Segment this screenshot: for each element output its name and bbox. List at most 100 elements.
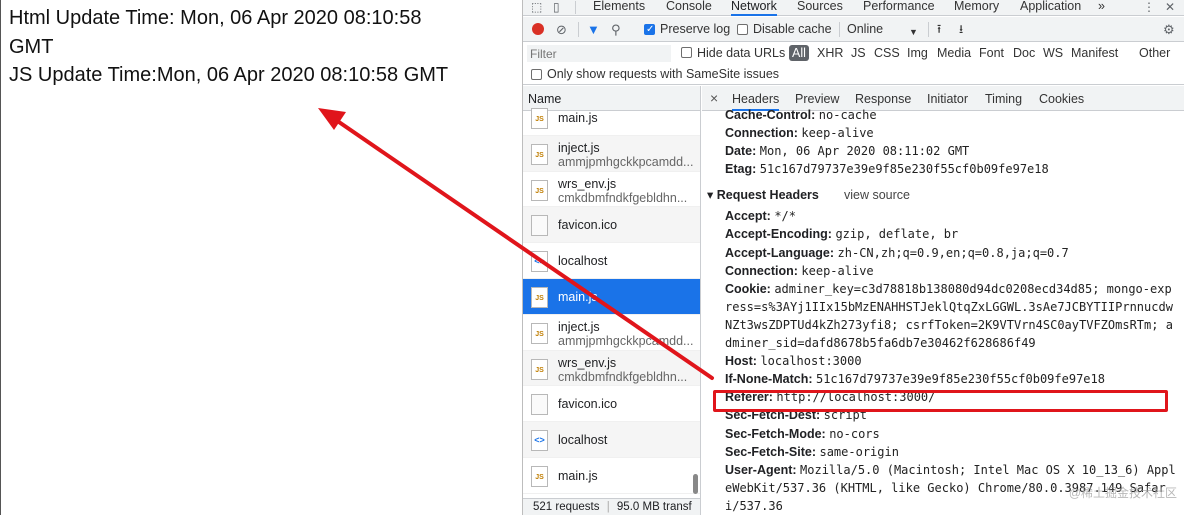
header-etag: Etag: 51c167d79737e39e9f85e230f55cf0b09f… <box>725 161 1049 177</box>
header-key: Accept-Language: <box>725 246 835 260</box>
gear-icon[interactable]: ⚙ <box>1163 22 1175 37</box>
tab-cookies[interactable]: Cookies <box>1039 92 1084 106</box>
tab-timing[interactable]: Timing <box>985 92 1022 106</box>
throttling-select[interactable]: Online <box>847 22 883 37</box>
tab-sources[interactable]: Sources <box>797 0 843 16</box>
hide-data-urls-checkbox[interactable] <box>681 47 692 58</box>
request-headers-section[interactable]: ▾ Request Headers <box>707 187 819 203</box>
disable-cache-checkbox[interactable] <box>737 24 748 35</box>
header-value: localhost:3000 <box>760 354 862 368</box>
request-initiator: ammjpmhgckkpcamdd... <box>558 154 694 169</box>
filter-type-all[interactable]: All <box>789 45 809 61</box>
preserve-log-checkbox[interactable] <box>644 22 655 37</box>
request-name: main.js <box>558 111 598 125</box>
js-file-icon: JS <box>531 179 548 201</box>
filter-type-manifest[interactable]: Manifest <box>1071 45 1118 61</box>
request-row[interactable]: JS wrs_env.js cmkdbmfndkfgebldhn... <box>523 350 700 387</box>
header-accept: Accept: */* <box>725 208 796 224</box>
filter-type-doc[interactable]: Doc <box>1013 45 1035 61</box>
request-name: wrs_env.js <box>558 176 617 191</box>
header-cookie: Cookie: adminer_key=c3d78818b138080d94dc… <box>725 281 1172 297</box>
request-detail-pane: × Headers Preview Response Initiator Tim… <box>702 86 1184 515</box>
tab-memory[interactable]: Memory <box>954 0 999 16</box>
more-options-icon[interactable]: ⋮ <box>1143 0 1155 14</box>
request-list: Name JS main.js JS inject.js ammjpmhgckkpcam… <box>523 86 701 515</box>
chevron-down-icon[interactable]: ▼ <box>909 25 918 40</box>
search-icon[interactable]: ⚲ <box>611 22 621 37</box>
export-har-icon[interactable]: ⭳ <box>959 22 963 37</box>
header-value: same-origin <box>819 445 899 459</box>
header-key: Etag: <box>725 162 757 176</box>
header-accept-language: Accept-Language: zh-CN,zh;q=0.9,en;q=0.8… <box>725 245 1069 261</box>
header-cookie-cont: ress=s%3AYj1IIx15bMzENAHHSTJeklQtqZxLGGW… <box>725 300 1173 314</box>
tab-preview[interactable]: Preview <box>795 92 839 106</box>
request-row[interactable]: JS main.js <box>523 278 700 315</box>
request-row[interactable]: <> localhost <box>523 422 700 458</box>
filter-input[interactable] <box>527 45 671 62</box>
devtools-tabbar: ⬚ ▯ Elements Console Network Sources Per… <box>523 0 1184 16</box>
scrollbar[interactable] <box>693 474 698 494</box>
html-update-time-cont: GMT <box>9 35 54 58</box>
header-date: Date: Mon, 06 Apr 2020 08:11:02 GMT <box>725 143 969 159</box>
js-file-icon: JS <box>531 322 548 344</box>
filter-type-font[interactable]: Font <box>979 45 1004 61</box>
request-row[interactable]: favicon.ico <box>523 386 700 423</box>
tab-initiator[interactable]: Initiator <box>927 92 968 106</box>
filter-type-other[interactable]: Other <box>1139 45 1170 61</box>
more-tabs-button[interactable]: » <box>1098 0 1105 16</box>
inspect-icon[interactable]: ⬚ <box>531 0 542 14</box>
tab-network[interactable]: Network <box>731 0 777 16</box>
filter-type-css[interactable]: CSS <box>874 45 900 61</box>
request-row[interactable]: <> localhost <box>523 243 700 279</box>
network-toolbar: ⊘ ▼ ⚲ Preserve log Disable cache Online … <box>523 17 1184 42</box>
window-edge <box>0 0 1 515</box>
tab-performance[interactable]: Performance <box>863 0 935 16</box>
request-initiator: ammjpmhgckkpcamdd... <box>558 333 694 348</box>
html-file-icon: <> <box>531 251 548 273</box>
view-source-link[interactable]: view source <box>844 187 910 203</box>
import-har-icon[interactable]: ⭱ <box>937 22 941 37</box>
request-row[interactable]: favicon.ico <box>523 207 700 244</box>
filter-type-img[interactable]: Img <box>907 45 928 61</box>
header-value: no-cors <box>829 427 880 441</box>
filter-type-ws[interactable]: WS <box>1043 45 1063 61</box>
header-cookie-cont: dminer_sid=dafd8678b5fa6db7e30462f628686… <box>725 336 1036 350</box>
filter-icon[interactable]: ▼ <box>587 22 600 37</box>
filter-type-xhr[interactable]: XHR <box>817 45 843 61</box>
header-key: Accept: <box>725 209 771 223</box>
request-name: localhost <box>558 254 608 269</box>
tab-application[interactable]: Application <box>1020 0 1081 16</box>
tab-console[interactable]: Console <box>666 0 712 16</box>
request-name: localhost <box>558 433 608 448</box>
samesite-checkbox[interactable] <box>531 69 542 80</box>
request-row[interactable]: JS inject.js ammjpmhgckkpcamdd... <box>523 315 700 351</box>
header-accept-encoding: Accept-Encoding: gzip, deflate, br <box>725 226 958 242</box>
filter-type-js[interactable]: JS <box>851 45 866 61</box>
header-key: Date: <box>725 144 757 158</box>
js-file-icon: JS <box>531 465 548 487</box>
request-row[interactable]: JS inject.js ammjpmhgckkpcamdd... <box>523 135 700 172</box>
request-row[interactable]: JS main.js <box>523 458 700 494</box>
header-cookie-cont: NZt3wsZDPTUd4kZh273yfi8; csrfToken=2K9VT… <box>725 318 1173 332</box>
html-update-time: Html Update Time: Mon, 06 Apr 2020 08:10… <box>9 7 422 29</box>
header-key: Connection: <box>725 126 798 140</box>
header-if-none-match: If-None-Match: 51c167d79737e39e9f85e230f… <box>725 371 1105 387</box>
samesite-label: Only show requests with SameSite issues <box>547 67 780 81</box>
tab-elements[interactable]: Elements <box>593 0 645 16</box>
header-connection: Connection: keep-alive <box>725 125 874 141</box>
header-key: Host: <box>725 354 757 368</box>
close-icon[interactable]: × <box>710 90 718 106</box>
header-key: Connection: <box>725 264 798 278</box>
record-icon[interactable] <box>532 23 544 35</box>
header-value: Mon, 06 Apr 2020 08:11:02 GMT <box>759 144 970 158</box>
header-value: keep-alive <box>801 126 874 140</box>
header-key: Sec-Fetch-Site: <box>725 445 816 459</box>
filter-type-media[interactable]: Media <box>937 45 971 61</box>
tab-response[interactable]: Response <box>855 92 911 106</box>
device-toggle-icon[interactable]: ▯ <box>553 0 560 14</box>
request-row[interactable]: JS wrs_env.js cmkdbmfndkfgebldhn... <box>523 172 700 208</box>
request-name: inject.js <box>558 319 600 334</box>
close-devtools-icon[interactable]: ✕ <box>1165 0 1175 14</box>
clear-icon[interactable]: ⊘ <box>556 22 567 37</box>
request-row[interactable]: JS main.js <box>523 100 700 136</box>
